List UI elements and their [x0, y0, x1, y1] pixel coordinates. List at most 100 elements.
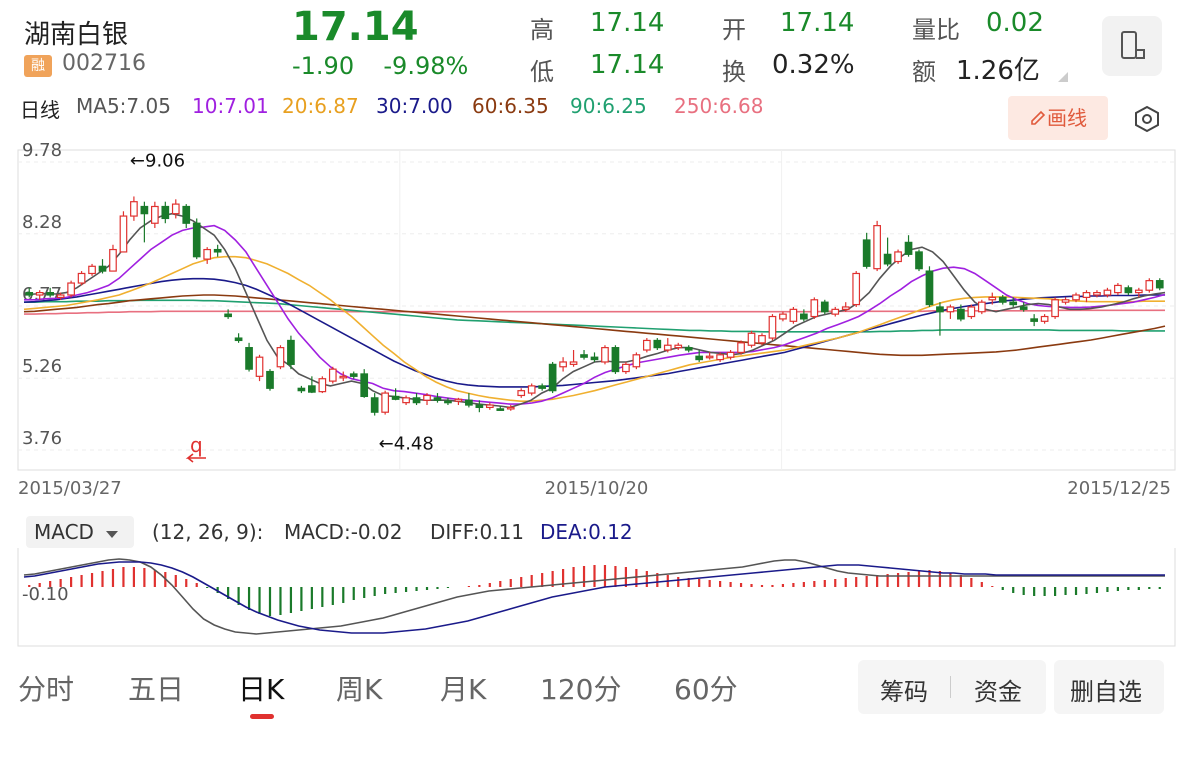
- candle-body: [758, 335, 766, 344]
- candle-body: [705, 355, 714, 359]
- candle-body: [25, 292, 34, 296]
- pencil-icon: [1031, 110, 1046, 125]
- min-price-annotation: ←4.48: [379, 434, 434, 455]
- candle-body: [35, 292, 44, 296]
- candle-body: [1040, 315, 1049, 322]
- candle-body: [967, 306, 976, 318]
- tab-weekly-k[interactable]: 周K: [336, 668, 382, 708]
- draw-line-button[interactable]: 画线: [1008, 96, 1108, 140]
- candle-body: [1072, 294, 1080, 301]
- candle-body: [119, 215, 128, 253]
- candle-body: [642, 339, 651, 351]
- candle-body: [684, 347, 693, 351]
- candle-body: [915, 251, 923, 270]
- tab-five-day[interactable]: 五日: [128, 668, 184, 708]
- q-marker: q: [190, 433, 203, 457]
- tab-intraday[interactable]: 分时: [18, 668, 74, 708]
- tab-60min[interactable]: 60分: [674, 668, 738, 708]
- ma20-label: 20:6.87: [282, 94, 359, 118]
- remove-watchlist-button[interactable]: 删自选: [1054, 660, 1164, 714]
- candle-body: [569, 361, 578, 365]
- candle-body: [936, 306, 944, 313]
- candle-body: [988, 296, 997, 301]
- candle-body: [339, 375, 348, 379]
- candle-body: [527, 385, 536, 394]
- tab-daily-k[interactable]: 日K: [238, 668, 284, 708]
- candle-body: [1155, 280, 1164, 289]
- x-axis-label: 2015/03/27: [18, 478, 122, 499]
- candle-body: [611, 347, 620, 373]
- candle-body: [203, 248, 212, 260]
- candle-body: [726, 351, 735, 358]
- y-axis-label: 3.76: [22, 428, 62, 449]
- candle-body: [747, 332, 756, 346]
- candle-body: [862, 239, 871, 267]
- candle-body: [98, 265, 107, 272]
- funds-button[interactable]: 资金: [974, 672, 1022, 707]
- candle-body: [444, 400, 452, 404]
- stock-header: 湖南白银 融 002716 17.14 -1.90 -9.98% 高 17.14…: [0, 0, 1193, 90]
- ma60-label: 60:6.35: [472, 94, 549, 118]
- y-axis-label: 9.78: [22, 140, 62, 161]
- candle-body: [663, 344, 672, 351]
- candle-body: [454, 398, 463, 402]
- candle-body: [297, 387, 306, 392]
- candle-body: [559, 361, 567, 368]
- high-label: 高: [530, 16, 554, 44]
- candle-body: [140, 205, 149, 215]
- candle-body: [370, 397, 379, 413]
- chip-button[interactable]: 筹码: [880, 672, 928, 707]
- candle-body: [852, 272, 861, 306]
- triangle-down-icon: [106, 531, 119, 538]
- candle-body: [1124, 287, 1133, 294]
- candle-body: [737, 342, 745, 354]
- candle-body: [151, 205, 159, 224]
- dea-value: DEA:0.12: [540, 520, 633, 544]
- candle-body: [548, 363, 557, 392]
- candle-body: [67, 282, 75, 296]
- candle-body: [234, 337, 243, 342]
- candle-body: [601, 347, 609, 363]
- high-value: 17.14: [590, 8, 665, 38]
- turnover-label: 换: [722, 58, 746, 86]
- change-amount: -1.90: [292, 52, 355, 80]
- candle-body: [192, 222, 201, 258]
- candle-body: [695, 355, 704, 361]
- candle-body: [800, 313, 808, 320]
- max-price-annotation: ←9.06: [130, 150, 185, 171]
- candle-body: [56, 294, 65, 298]
- candle-body: [308, 385, 316, 393]
- candle-body: [810, 299, 819, 318]
- candle-body: [433, 397, 442, 401]
- macd-y-label: -0.10: [22, 584, 69, 605]
- candle-body: [517, 390, 526, 397]
- tab-120min[interactable]: 120分: [540, 668, 621, 708]
- rotate-screen-button[interactable]: [1102, 16, 1162, 76]
- tab-monthly-k[interactable]: 月K: [440, 668, 486, 708]
- kline-chart[interactable]: 9.788.286.775.263.76←9.06←4.48q2015/03/2…: [0, 140, 1193, 510]
- chart-settings-button[interactable]: [1132, 104, 1162, 134]
- candle-body: [946, 306, 955, 313]
- group-divider: [950, 676, 951, 698]
- candle-body: [328, 368, 337, 382]
- candle-body: [213, 248, 222, 253]
- macd-chart[interactable]: -0.10: [0, 548, 1193, 648]
- candle-body: [360, 373, 369, 398]
- ma90-line: [24, 299, 1165, 333]
- candle-body: [632, 354, 641, 368]
- candle-body: [130, 201, 138, 217]
- indicator-label: MACD: [34, 520, 94, 544]
- candle-body: [622, 363, 630, 373]
- candle-body: [391, 395, 400, 400]
- candle-body: [318, 378, 327, 393]
- indicator-select[interactable]: MACD: [26, 516, 134, 548]
- candle-body: [77, 272, 86, 284]
- candle-body: [276, 347, 285, 368]
- y-axis-label: 5.26: [22, 356, 62, 377]
- candle-body: [925, 270, 934, 306]
- ma90-label: 90:6.25: [570, 94, 647, 118]
- macd-value: MACD:-0.02: [284, 520, 403, 544]
- candle-body: [1114, 284, 1122, 294]
- candle-body: [841, 306, 850, 310]
- open-value: 17.14: [780, 8, 855, 38]
